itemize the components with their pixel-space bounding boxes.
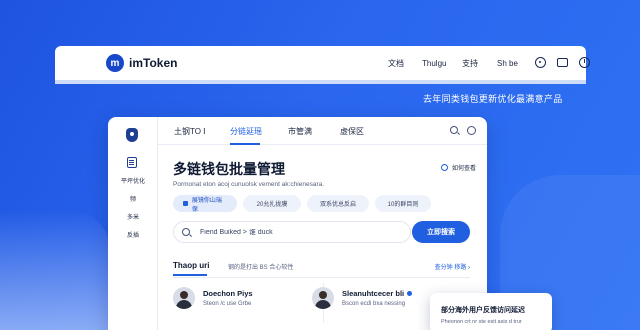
person-name: Sleanuhtcecer bli xyxy=(342,289,413,298)
filter-chip[interactable]: 10的群目则 xyxy=(375,195,431,212)
hero-headline: 去年同类钱包更新优化最满意产品 xyxy=(423,94,563,104)
chip-icon xyxy=(183,201,188,206)
chevron-right-icon: › xyxy=(468,265,470,271)
document-icon[interactable] xyxy=(127,157,137,168)
filter-chip[interactable]: 双系优总反启 xyxy=(307,195,369,212)
sidebar-item-frequency[interactable]: 频 xyxy=(108,194,158,203)
top-nav-item-thulgu[interactable]: Thulgu xyxy=(422,59,462,68)
brand-logo[interactable]: m imToken xyxy=(106,54,177,72)
notice-title: 部分海外用户反馈访问延迟 xyxy=(441,307,525,314)
tab-market[interactable]: 市管满 xyxy=(288,126,312,137)
person-subtitle: Steon /c use Grbe xyxy=(203,301,252,307)
help-icon xyxy=(441,164,448,171)
share-icon[interactable] xyxy=(557,58,568,67)
list-item[interactable]: Doechon Piys Steon /c use Grbe xyxy=(173,287,253,309)
search-icon xyxy=(182,228,190,236)
notice-card[interactable]: 部分海外用户反馈访问延迟 Pheonon crt nr ste esit asi… xyxy=(430,293,552,330)
top-nav-item-docs[interactable]: 文档 xyxy=(388,58,422,69)
site-header: m imToken 文档 Thulgu 支持 Sh be xyxy=(55,46,590,80)
background-glow xyxy=(0,210,110,330)
page-title: 多链钱包批量管理 xyxy=(173,161,285,177)
top-nav-item-shbe[interactable]: Sh be xyxy=(497,59,518,68)
help-link[interactable]: 如何查看 xyxy=(441,163,476,172)
user-icon[interactable] xyxy=(467,126,476,135)
search-icon[interactable] xyxy=(450,126,458,134)
verified-icon xyxy=(407,291,413,296)
search-input[interactable] xyxy=(200,228,400,236)
search-bar xyxy=(173,221,411,243)
imtoken-logo-icon: m xyxy=(106,54,124,72)
sidebar-item-optimize[interactable]: 平坪优化 xyxy=(108,176,158,185)
page-description: Pormonat eton acoj cunuolsk vement ak:ch… xyxy=(173,181,325,188)
clock-icon[interactable] xyxy=(579,57,590,68)
chip-label: 展镜你山瑞保 xyxy=(191,197,222,213)
top-nav-item-support[interactable]: 支持 xyxy=(462,58,497,69)
section-more-link[interactable]: 查分钟 移路 › xyxy=(435,262,470,271)
header-divider xyxy=(55,80,586,84)
search-button[interactable]: 立即搜索 xyxy=(412,221,470,243)
help-label: 如何查看 xyxy=(452,166,477,172)
filter-chip[interactable]: 20允扎拢膜 xyxy=(243,195,301,212)
person-subtitle: Bscon ecdi bxa nessing xyxy=(342,301,406,307)
list-item[interactable]: Sleanuhtcecer bli Bscon ecdi bxa nessing xyxy=(312,287,413,309)
sidebar-item-more[interactable]: 多米 xyxy=(108,212,158,221)
brand-name: imToken xyxy=(129,56,178,70)
avatar xyxy=(173,287,195,309)
filter-chip[interactable]: 展镜你山瑞保 xyxy=(173,195,237,213)
top-nav: 文档 Thulgu 支持 Sh be xyxy=(388,46,518,80)
section-divider xyxy=(173,277,470,278)
sidebar: 平坪优化 频 多米 反插 xyxy=(108,117,158,330)
header-icons xyxy=(535,57,590,68)
person-name-text: Sleanuhtcecer bli xyxy=(342,289,405,298)
section-title-underline xyxy=(173,274,207,276)
tab-overview[interactable]: 土钢TO Ⅰ xyxy=(174,126,206,137)
tab-security[interactable]: 虚保区 xyxy=(340,126,364,137)
wallet-icon[interactable] xyxy=(126,128,138,142)
avatar xyxy=(312,287,334,309)
person-name: Doechon Piys xyxy=(203,289,253,298)
sidebar-item-feedback[interactable]: 反插 xyxy=(108,230,158,239)
section-title[interactable]: Thaop uri xyxy=(173,261,209,270)
tab-bar: 土钢TO Ⅰ 分链延瑶 市管满 虚保区 xyxy=(158,117,487,145)
tab-multichain[interactable]: 分链延瑶 xyxy=(230,126,262,137)
location-icon[interactable] xyxy=(535,57,546,68)
section-subtitle: 钢的是打出 BS 合心较性 xyxy=(228,265,294,271)
notice-subtitle: Pheonon crt nr ste esit asis d trur xyxy=(441,319,522,325)
section-more-label: 查分钟 移路 xyxy=(434,265,467,271)
filter-chips: 展镜你山瑞保 20允扎拢膜 双系优总反启 10的群目则 xyxy=(173,195,431,213)
active-tab-indicator xyxy=(230,143,260,145)
